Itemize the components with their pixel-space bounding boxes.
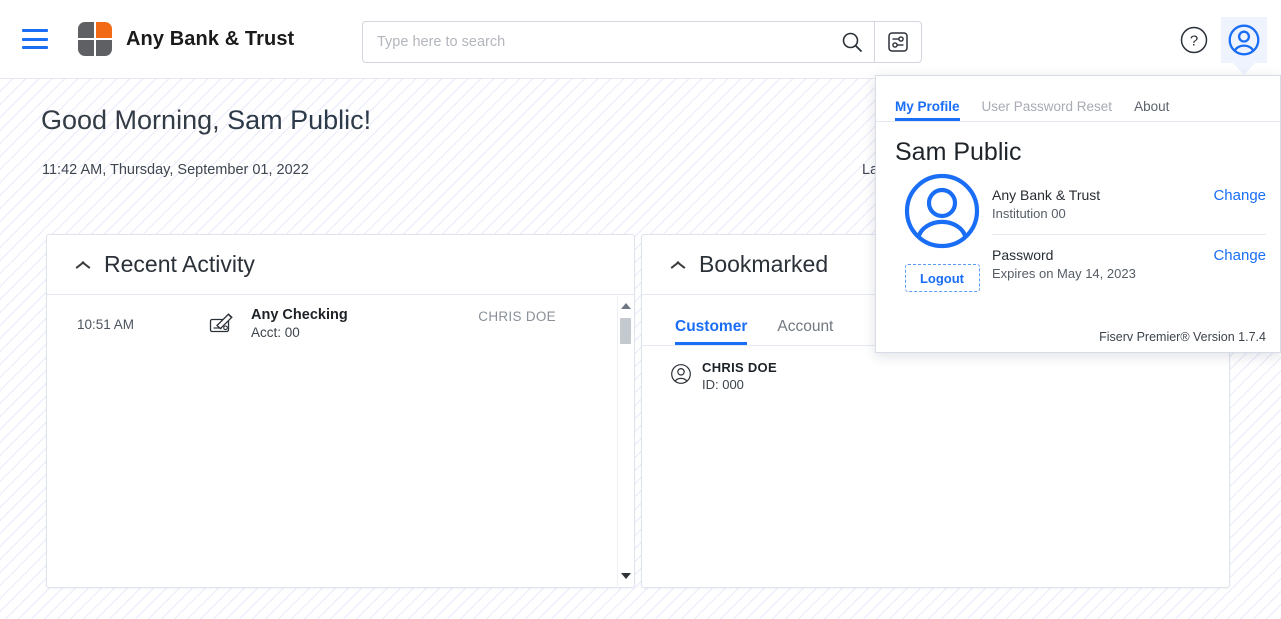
user-avatar-icon[interactable] — [1221, 16, 1267, 75]
profile-institution-name: Any Bank & Trust — [992, 187, 1101, 203]
table-row[interactable]: 10:51 AM Any Checking Acct: 00 CHRIS DOE — [47, 295, 634, 353]
activity-account: Any Checking Acct: 00 — [251, 306, 348, 342]
large-user-avatar-icon — [902, 171, 982, 256]
profile-avatar-column: Logout — [892, 171, 992, 294]
current-datetime: 11:42 AM, Thursday, September 01, 2022 — [42, 162, 309, 178]
chevron-up-icon[interactable] — [76, 260, 90, 269]
last-login-clipped: Last Login — [862, 162, 876, 182]
profile-popup-body: Logout Any Bank & Trust Institution 00 C… — [876, 167, 1280, 294]
person-circle-icon — [670, 363, 692, 390]
hamburger-bar — [22, 37, 48, 41]
tab-customer[interactable]: Customer — [675, 318, 748, 345]
topbar-actions: ? — [1179, 0, 1267, 79]
page-title: Good Morning, Sam Public! — [41, 105, 371, 136]
change-password-link[interactable]: Change — [1213, 245, 1266, 264]
svg-text:?: ? — [1190, 32, 1198, 49]
app-version-label: Fiserv Premier® Version 1.7.4 — [1099, 330, 1266, 344]
last-login-text: Last Login — [862, 162, 876, 178]
profile-popup-tabs: My Profile User Password Reset About — [876, 76, 1280, 122]
tab-account[interactable]: Account — [777, 318, 833, 345]
profile-institution-row: Any Bank & Trust Institution 00 Change — [992, 179, 1266, 234]
search-filter-icon[interactable] — [875, 22, 921, 62]
scroll-up-arrow-icon[interactable] — [621, 303, 631, 309]
logo-square-bottom-left — [78, 40, 94, 56]
recent-activity-header: Recent Activity — [47, 235, 634, 295]
app-root: Any Bank & Trust Type here to search ? G… — [0, 0, 1281, 619]
profile-details: Any Bank & Trust Institution 00 Change P… — [992, 171, 1280, 294]
profile-password-expiry: Expires on May 14, 2023 — [992, 266, 1136, 282]
tab-my-profile[interactable]: My Profile — [895, 99, 960, 121]
bookmark-customer-name: CHRIS DOE — [702, 360, 777, 375]
hamburger-menu-icon[interactable] — [22, 29, 48, 49]
profile-password-text: Password Expires on May 14, 2023 — [992, 245, 1213, 284]
change-institution-link[interactable]: Change — [1213, 185, 1266, 204]
profile-popup: My Profile User Password Reset About Sam… — [875, 75, 1281, 353]
search-bar — [362, 21, 922, 63]
tab-about[interactable]: About — [1134, 99, 1169, 121]
list-item-text: CHRIS DOE ID: 000 — [702, 360, 777, 394]
hamburger-bar — [22, 46, 48, 49]
bookmarked-title: Bookmarked — [699, 251, 829, 277]
top-navigation-bar: Any Bank & Trust Type here to search ? — [0, 0, 1281, 79]
scrollbar-thumb[interactable] — [620, 318, 631, 344]
logo-square-bottom-right — [96, 40, 112, 56]
search-icon[interactable] — [830, 22, 874, 62]
profile-institution-text: Any Bank & Trust Institution 00 — [992, 185, 1213, 224]
activity-account-name: Any Checking — [251, 307, 348, 324]
list-item[interactable]: CHRIS DOE ID: 000 — [642, 346, 1229, 394]
any-bank-logo-icon — [78, 22, 112, 56]
recent-activity-scrollbar[interactable] — [617, 296, 633, 586]
tab-user-password-reset[interactable]: User Password Reset — [982, 99, 1113, 121]
logout-button[interactable]: Logout — [904, 264, 980, 292]
help-question-icon[interactable]: ? — [1179, 25, 1209, 55]
avatar-caret-icon — [1233, 62, 1255, 75]
profile-institution-number: Institution 00 — [992, 206, 1066, 222]
profile-password-label: Password — [992, 247, 1054, 264]
activity-account-number: Acct: 00 — [251, 325, 300, 341]
profile-password-row: Password Expires on May 14, 2023 Change — [992, 234, 1266, 294]
brand[interactable]: Any Bank & Trust — [70, 0, 294, 79]
scroll-down-arrow-icon[interactable] — [621, 573, 631, 579]
check-signing-icon — [207, 311, 237, 337]
activity-time: 10:51 AM — [77, 316, 135, 332]
logo-square-top-left — [78, 22, 94, 38]
chevron-up-icon[interactable] — [671, 260, 685, 269]
profile-user-name: Sam Public — [895, 138, 1022, 166]
logo-square-top-right — [96, 22, 112, 38]
greeting-username: Sam Public! — [227, 105, 372, 135]
hamburger-bar — [22, 29, 48, 32]
bookmark-customer-id: ID: 000 — [702, 376, 744, 392]
recent-activity-title: Recent Activity — [104, 251, 255, 277]
brand-name: Any Bank & Trust — [126, 27, 295, 50]
activity-customer: CHRIS DOE — [478, 309, 556, 324]
search-input[interactable] — [363, 22, 830, 62]
recent-activity-card: Recent Activity 10:51 AM Any Checking Ac… — [46, 234, 635, 588]
greeting-prefix: Good Morning, — [41, 105, 228, 135]
